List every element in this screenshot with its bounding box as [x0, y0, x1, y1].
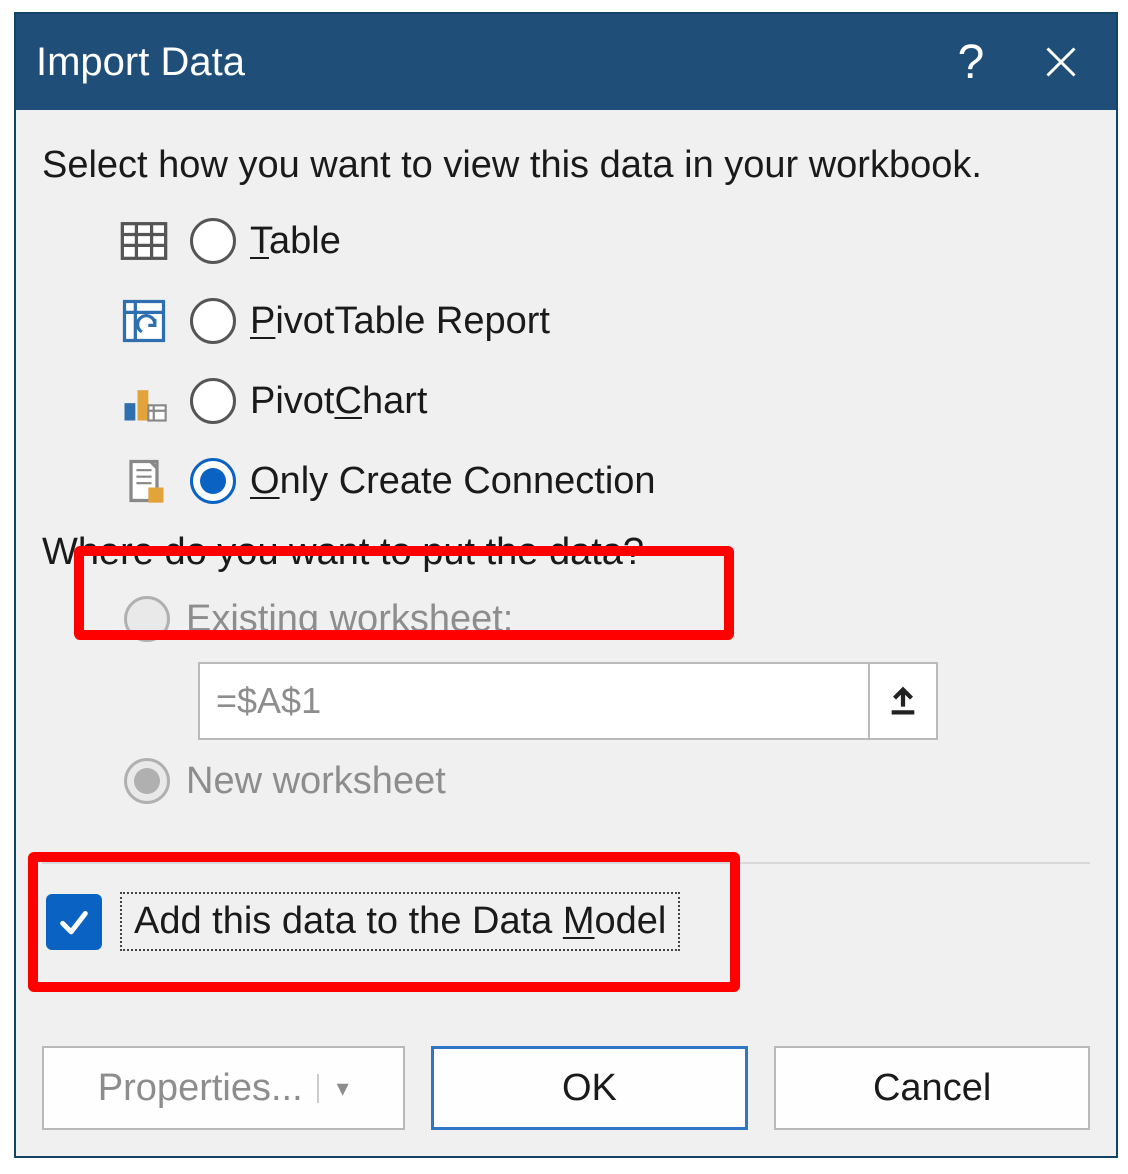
- data-model-checkbox[interactable]: [46, 894, 102, 950]
- cancel-button[interactable]: Cancel: [774, 1046, 1090, 1130]
- cell-reference-input: =$A$1: [198, 662, 870, 740]
- option-connection-row: Only Create Connection: [42, 441, 1090, 521]
- label-pivotchart: PivotChart: [250, 380, 427, 423]
- help-button[interactable]: ?: [926, 14, 1016, 110]
- dialog-buttons: Properties... ▾ OK Cancel: [42, 1046, 1090, 1130]
- option-pivottable-row: PivotTable Report: [42, 281, 1090, 361]
- dialog-title: Import Data: [36, 40, 926, 85]
- collapse-dialog-button: [870, 662, 938, 740]
- cell-reference-row: =$A$1: [198, 662, 938, 740]
- label-pivottable: PivotTable Report: [250, 300, 550, 343]
- properties-dropdown-caret-icon: ▾: [317, 1074, 349, 1103]
- collapse-icon: [886, 684, 920, 718]
- ok-button[interactable]: OK: [431, 1046, 749, 1130]
- properties-button: Properties... ▾: [42, 1046, 405, 1130]
- import-data-dialog: Import Data ? Select how you want to vie…: [14, 12, 1118, 1158]
- pivotchart-icon: [118, 375, 170, 427]
- check-icon: [57, 905, 91, 939]
- radio-pivottable[interactable]: [190, 298, 236, 344]
- data-model-label[interactable]: Add this data to the Data Model: [120, 892, 680, 951]
- data-model-row: Add this data to the Data Model: [46, 892, 680, 951]
- option-table-row: Table: [42, 201, 1090, 281]
- label-new: New worksheet: [186, 760, 446, 803]
- radio-connection[interactable]: [190, 458, 236, 504]
- titlebar: Import Data ?: [16, 14, 1116, 110]
- radio-new: [124, 758, 170, 804]
- pivottable-icon: [118, 295, 170, 347]
- divider: [42, 862, 1090, 864]
- connection-icon: [118, 455, 170, 507]
- view-prompt: Select how you want to view this data in…: [42, 144, 1090, 187]
- radio-table[interactable]: [190, 218, 236, 264]
- option-existing-row: Existing worksheet:: [42, 582, 1090, 656]
- option-pivotchart-row: PivotChart: [42, 361, 1090, 441]
- label-table: Table: [250, 220, 341, 263]
- where-prompt: Where do you want to put the data?: [42, 531, 1090, 574]
- dialog-body: Select how you want to view this data in…: [16, 110, 1116, 1156]
- close-icon: [1043, 44, 1079, 80]
- radio-existing: [124, 596, 170, 642]
- table-icon: [118, 215, 170, 267]
- label-existing: Existing worksheet:: [186, 598, 513, 641]
- radio-pivotchart[interactable]: [190, 378, 236, 424]
- label-connection: Only Create Connection: [250, 460, 656, 503]
- close-button[interactable]: [1016, 14, 1106, 110]
- option-new-row: New worksheet: [42, 744, 1090, 818]
